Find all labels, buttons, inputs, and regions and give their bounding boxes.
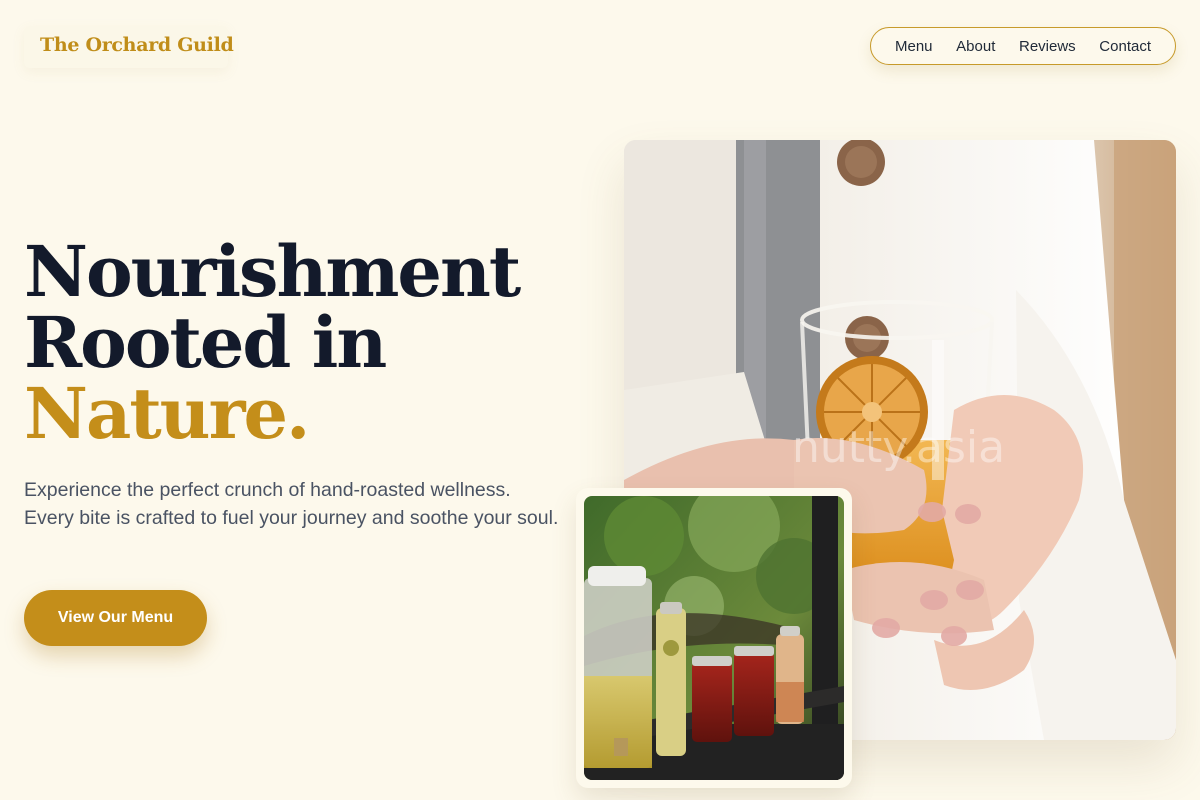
nav-about-link[interactable]: About xyxy=(956,38,995,55)
brand-logo[interactable]: The Orchard Guild xyxy=(24,26,234,68)
brand-name: The Orchard Guild xyxy=(40,34,234,56)
hero-watermark: nutty.asia xyxy=(792,422,1005,473)
inset-photo-card xyxy=(576,488,852,788)
headline-line-2: Rooted in xyxy=(24,301,387,384)
nav-reviews-link[interactable]: Reviews xyxy=(1019,38,1076,55)
view-menu-button[interactable]: View Our Menu xyxy=(24,590,207,646)
inset-photo-graphic xyxy=(584,496,844,780)
headline-accent: Nature. xyxy=(24,372,310,455)
nav-menu-link[interactable]: Menu xyxy=(895,38,933,55)
main-nav: Menu About Reviews Contact xyxy=(870,27,1176,65)
hero-headline: Nourishment Rooted in Nature. xyxy=(24,230,521,455)
nav-contact-link[interactable]: Contact xyxy=(1099,38,1151,55)
headline-line-1: Nourishment xyxy=(24,230,521,313)
inset-photo xyxy=(584,496,844,780)
hero-description: Experience the perfect crunch of hand-ro… xyxy=(24,479,559,529)
